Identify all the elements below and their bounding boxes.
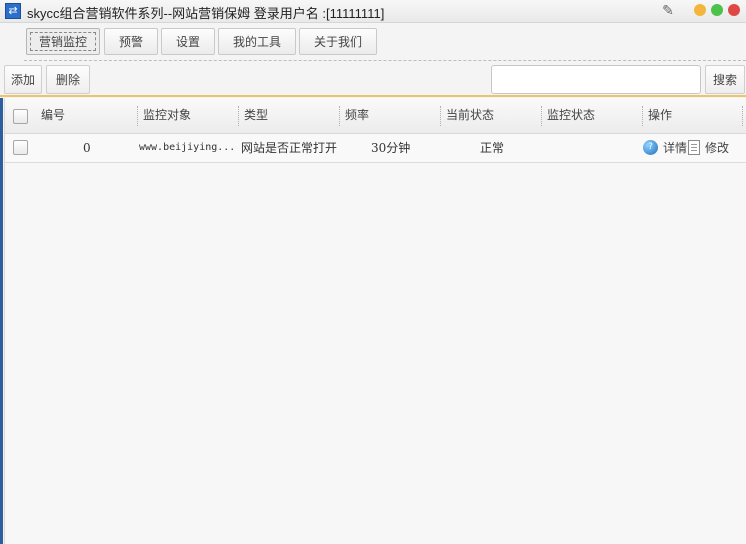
tab-settings[interactable]: 设置 xyxy=(161,28,215,55)
tab-alert[interactable]: 预警 xyxy=(104,28,158,55)
column-separator xyxy=(440,106,441,126)
monitor-table: 编号 监控对象 类型 频率 当前状态 监控状态 操作 0 www.beijiyi… xyxy=(4,98,746,544)
toolbar-accent-line xyxy=(0,95,746,97)
cell-target: www.beijiying... xyxy=(139,142,236,153)
detail-link[interactable]: 详情 xyxy=(663,134,687,162)
cell-frequency: 30分钟 xyxy=(371,141,411,155)
edit-link[interactable]: 修改 xyxy=(705,134,729,162)
column-header-frequency[interactable]: 频率 xyxy=(345,98,369,133)
add-button[interactable]: 添加 xyxy=(4,65,42,94)
tab-label: 关于我们 xyxy=(313,35,362,49)
row-checkbox[interactable] xyxy=(13,140,28,155)
column-header-monitor-status[interactable]: 监控状态 xyxy=(547,98,595,133)
app-swap-icon: ⇄ xyxy=(5,3,21,19)
column-separator xyxy=(339,106,340,126)
column-header-id[interactable]: 编号 xyxy=(41,98,65,133)
tab-my-tools[interactable]: 我的工具 xyxy=(218,28,296,55)
cell-type: 网站是否正常打开 xyxy=(241,141,338,155)
window-title: skycc组合营销软件系列--网站营销保姆 登录用户名 :[11111111] xyxy=(27,6,385,21)
toolbar: 添加 删除 搜索 xyxy=(0,62,746,96)
left-window-edge xyxy=(0,98,3,544)
column-header-target[interactable]: 监控对象 xyxy=(143,98,191,133)
wrench-icon[interactable]: ✎ xyxy=(660,2,676,20)
column-header-actions: 操作 xyxy=(648,108,673,122)
minimize-button[interactable] xyxy=(694,4,706,16)
tab-bar: 营销监控 预警 设置 我的工具 关于我们 xyxy=(0,23,746,61)
column-header-type[interactable]: 类型 xyxy=(244,98,268,133)
column-separator xyxy=(742,106,743,126)
edit-icon[interactable] xyxy=(688,140,700,155)
column-header-current-status[interactable]: 当前状态 xyxy=(446,98,494,133)
close-button[interactable] xyxy=(728,4,740,16)
table-header: 编号 监控对象 类型 频率 当前状态 监控状态 操作 xyxy=(5,98,746,134)
column-separator xyxy=(137,106,138,126)
tab-divider xyxy=(24,60,746,61)
tab-label: 设置 xyxy=(175,35,200,49)
tab-marketing-monitor[interactable]: 营销监控 xyxy=(26,28,100,55)
column-separator xyxy=(238,106,239,126)
select-all-checkbox[interactable] xyxy=(13,109,28,124)
column-separator xyxy=(642,106,643,126)
tab-about-us[interactable]: 关于我们 xyxy=(299,28,377,55)
table-row[interactable]: 0 www.beijiying... 网站是否正常打开 30分钟 正常 ? 详情… xyxy=(5,134,746,163)
tab-label: 预警 xyxy=(118,35,143,49)
search-button[interactable]: 搜索 xyxy=(705,65,745,94)
cell-current-status: 正常 xyxy=(480,141,505,155)
maximize-button[interactable] xyxy=(711,4,723,16)
delete-button[interactable]: 删除 xyxy=(46,65,90,94)
detail-icon[interactable]: ? xyxy=(643,140,658,155)
tab-label: 我的工具 xyxy=(232,35,281,49)
search-input[interactable] xyxy=(491,65,701,94)
cell-id: 0 xyxy=(83,141,91,155)
title-bar: ⇄ skycc组合营销软件系列--网站营销保姆 登录用户名 :[11111111… xyxy=(0,0,746,23)
column-separator xyxy=(541,106,542,126)
tab-label: 营销监控 xyxy=(30,32,96,51)
